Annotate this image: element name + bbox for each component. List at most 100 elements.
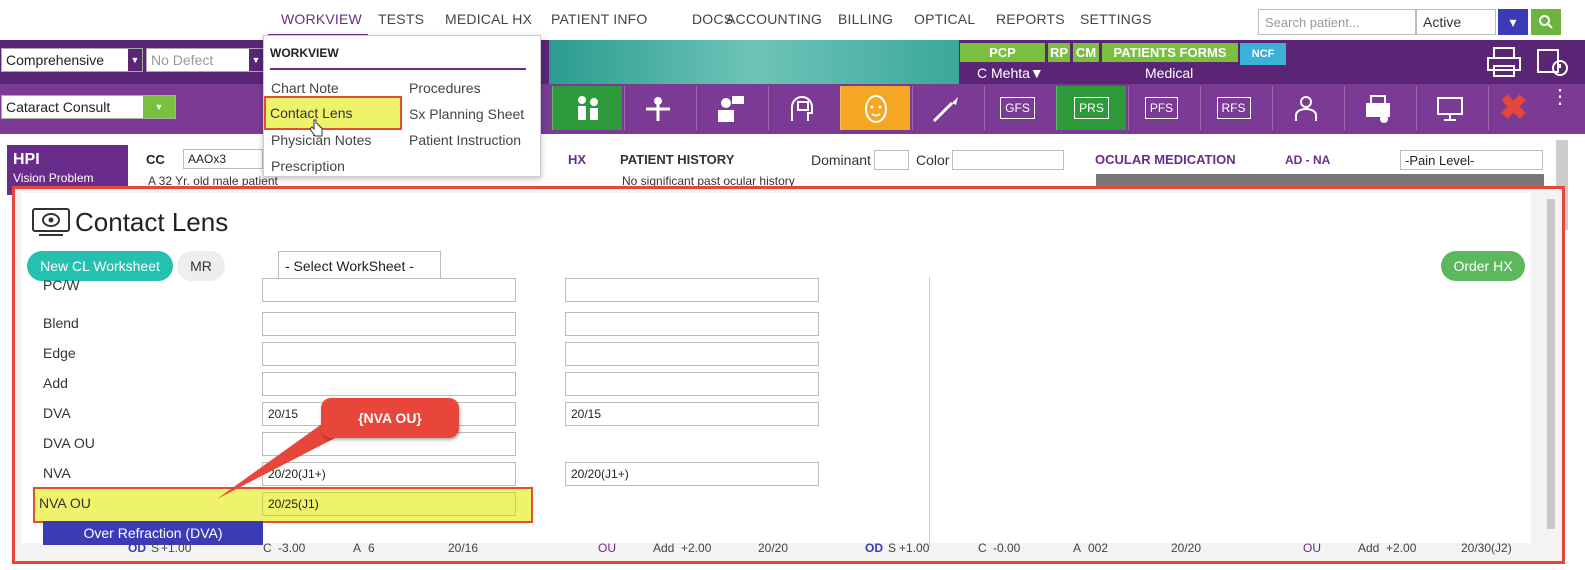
close-chart-button[interactable]: ✖ [1488,86,1538,130]
menu-item-sx-planning-sheet[interactable]: Sx Planning Sheet [409,106,524,122]
face-icon-button[interactable] [840,86,910,130]
ou-label: OU [1303,541,1321,555]
cm-button[interactable]: CM [1073,43,1099,62]
od-blend-field[interactable] [262,312,516,336]
sphere-value: +1.00 [899,541,930,555]
doctor-patient-icon [577,95,598,120]
nav-accounting[interactable]: ACCOUNTING [726,11,822,27]
rp-button[interactable]: RP [1048,43,1070,62]
rfs-button[interactable]: RFS [1200,86,1266,130]
row-label: NVA [43,465,71,481]
schedule-icon[interactable] [1536,46,1568,78]
row-label: Blend [43,315,79,331]
fax-icon-button[interactable] [1344,86,1410,130]
refraction-summary-row: OD S +1.00 C -3.00 A 6 20/16 OU Add +2.0… [33,541,1533,559]
row-blend: Blend [21,309,921,339]
nav-reports[interactable]: REPORTS [996,11,1065,27]
add-label: Add [653,541,675,555]
consultation-icon [717,95,744,122]
nav-settings[interactable]: SETTINGS [1080,11,1152,27]
sphere-label: S [888,541,897,555]
row-label: Add [43,375,68,391]
monitor-icon-button[interactable] [1416,86,1482,130]
cylinder-label: C [978,541,987,555]
pfs-button[interactable]: PFS [1128,86,1194,130]
close-icon: ✖ [1499,89,1528,127]
consult-icon-button[interactable] [696,86,762,130]
search-patient-input[interactable]: Search patient... [1258,9,1416,35]
exam-type-select[interactable]: Comprehensive ▼ [1,48,143,72]
row-add: Add [21,369,921,399]
select-worksheet-dropdown[interactable]: - Select WorkSheet - [278,251,441,279]
search-button[interactable] [1531,9,1561,35]
od-add-field[interactable] [262,372,516,396]
nav-optical[interactable]: OPTICAL [914,11,975,27]
nav-workview[interactable]: WORKVIEW [281,11,362,27]
head-book-icon-button[interactable] [768,86,834,130]
head-book-icon [790,95,813,121]
printer-icon[interactable] [1486,46,1522,78]
hx-label[interactable]: HX [568,152,586,167]
prs-button[interactable]: PRS [1056,86,1126,130]
nav-medical-hx[interactable]: MEDICAL HX [445,11,532,27]
contact-lens-icon [32,208,70,236]
patient-history-title: PATIENT HISTORY [620,152,735,167]
more-options-icon[interactable]: ⋮ [1550,87,1570,107]
os-nva-field[interactable]: 20/20(J1+) [565,462,819,486]
prs-label: PRS [1074,97,1109,119]
scalpel-icon-button[interactable] [912,86,978,130]
scalpel-icon [932,96,958,122]
os-dva-field[interactable]: 20/15 [565,402,819,426]
pain-level-select[interactable]: -Pain Level- [1400,150,1543,170]
status-dropdown-button[interactable]: ▾ [1498,9,1528,35]
cylinder-value: -3.00 [278,541,306,555]
exam-icon-button[interactable] [552,86,622,130]
row-dva-ou: DVA OU [21,429,921,459]
order-hx-button[interactable]: Order HX [1441,251,1525,281]
menu-item-patient-instruction[interactable]: Patient Instruction [409,132,521,148]
banner-image [549,40,959,84]
od-pcw-field[interactable] [262,278,516,302]
status-select[interactable]: Active [1416,9,1496,35]
os-add-field[interactable] [565,372,819,396]
od-label: OD [128,541,146,555]
dominant-select[interactable] [874,150,909,170]
panel-scrollbar[interactable] [1543,197,1559,543]
menu-item-chart-note[interactable]: Chart Note [271,80,339,96]
od-edge-field[interactable] [262,342,516,366]
nav-tests[interactable]: TESTS [378,11,424,27]
defect-value: No Defect [151,52,214,68]
nav-billing[interactable]: BILLING [838,11,893,27]
dominant-label: Dominant [811,152,871,168]
menu-item-procedures[interactable]: Procedures [409,80,481,96]
hpi-title: HPI [13,151,40,168]
color-field[interactable] [952,150,1064,170]
scrollbar-thumb[interactable] [1547,199,1555,529]
patients-forms-button[interactable]: PATIENTS FORMS [1102,43,1238,62]
ncf-button[interactable]: NCF [1240,43,1286,65]
va-value: 20/30(J2) [1461,541,1512,555]
os-pcw-field[interactable] [565,278,819,302]
menu-item-contact-lens-highlight[interactable]: Contact Lens [264,96,402,130]
staff-icon-button[interactable] [1272,86,1338,130]
row-label: PC/W [43,277,80,293]
add-value: +2.00 [1386,541,1417,555]
visit-type-select[interactable]: Cataract Consult ▼ [1,95,176,119]
cc-field[interactable]: AAOx3 [183,149,263,169]
defect-select[interactable]: No Defect ▼ [146,48,264,72]
os-blend-field[interactable] [565,312,819,336]
add-label: Add [1358,541,1380,555]
doctor-select[interactable]: C Mehta▼ [977,65,1044,81]
menu-item-prescription[interactable]: Prescription [271,158,345,174]
contact-lens-window: Contact Lens New CL Worksheet MR - Selec… [12,186,1565,564]
pcp-button[interactable]: PCP [960,43,1045,62]
os-edge-field[interactable] [565,342,819,366]
row-nva-ou: NVA OU 20/25(J1) [21,489,921,519]
anatomy-icon-button[interactable] [624,86,690,130]
gfs-button[interactable]: GFS [984,86,1050,130]
chevron-down-icon: ▼ [128,49,142,71]
row-label: DVA [43,405,71,421]
monitor-icon [1436,96,1463,121]
mr-button[interactable]: MR [177,251,225,281]
nav-patient-info[interactable]: PATIENT INFO [551,11,648,27]
